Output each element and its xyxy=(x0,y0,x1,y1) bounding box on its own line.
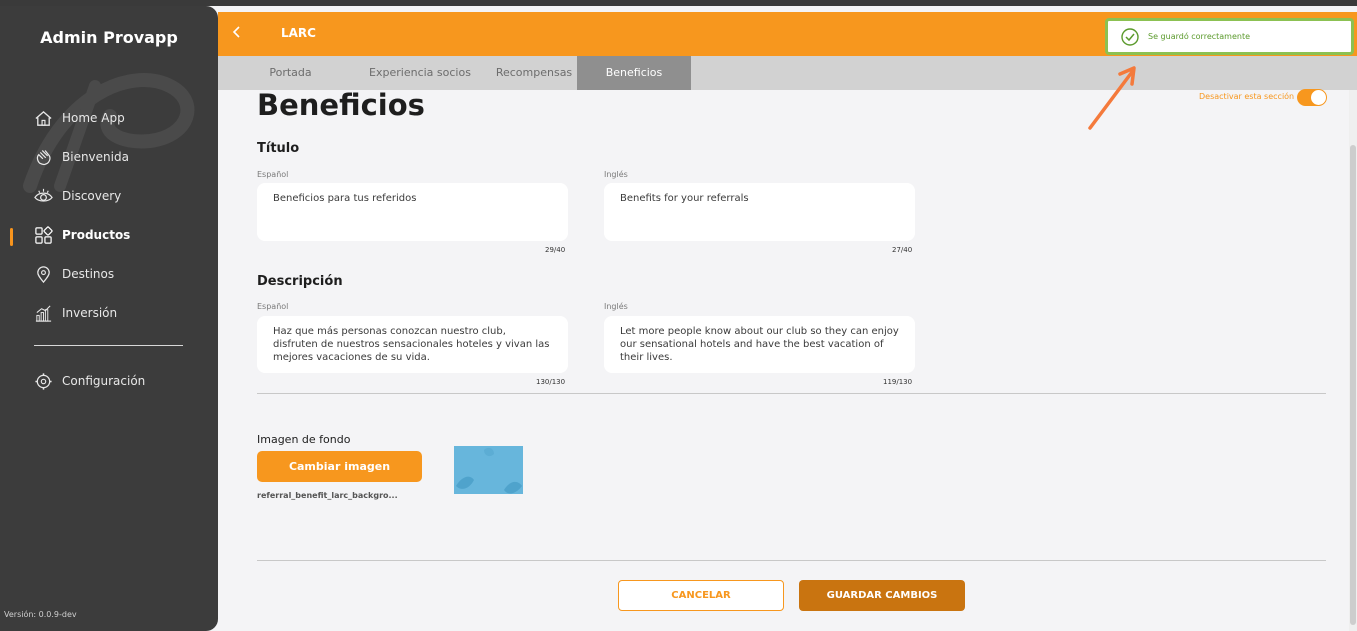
scrollbar-thumb[interactable] xyxy=(1350,145,1356,625)
page-title: Beneficios xyxy=(257,88,425,122)
section-toggle[interactable] xyxy=(1297,89,1327,106)
footer-divider xyxy=(257,560,1326,561)
check-circle-icon xyxy=(1121,27,1139,46)
tab-beneficios[interactable]: Beneficios xyxy=(577,56,691,90)
sidebar-item-label: Discovery xyxy=(62,189,122,203)
descripcion-en-label: Inglés xyxy=(604,302,628,311)
sidebar-item-home-app[interactable]: Home App xyxy=(34,107,125,129)
titulo-en-counter: 27/40 xyxy=(892,246,913,254)
save-button[interactable]: GUARDAR CAMBIOS xyxy=(799,580,965,611)
toast-message: Se guardó correctamente xyxy=(1148,32,1251,41)
titulo-en-label: Inglés xyxy=(604,170,628,179)
descripcion-es-label: Español xyxy=(257,302,289,311)
descripcion-en-counter: 119/130 xyxy=(883,378,913,386)
eye-icon xyxy=(34,188,53,202)
home-icon xyxy=(35,110,52,126)
map-pin-icon xyxy=(37,265,50,283)
success-toast: Se guardó correctamente xyxy=(1105,18,1354,55)
back-button[interactable] xyxy=(232,24,242,43)
sidebar-item-label: Destinos xyxy=(62,267,115,281)
imagen-label: Imagen de fondo xyxy=(257,433,351,446)
tab-bar: Portada Experiencia socios Recompensas B… xyxy=(218,56,1357,90)
sidebar-item-destinos[interactable]: Destinos xyxy=(34,263,114,285)
gear-icon xyxy=(35,372,52,390)
sidebar-item-productos[interactable]: Productos xyxy=(34,224,130,246)
active-nav-marker xyxy=(10,228,13,246)
app-version: Versión: 0.0.9-dev xyxy=(4,610,77,619)
bar-chart-icon xyxy=(35,305,52,322)
annotation-arrow-icon xyxy=(1088,66,1136,130)
sidebar-item-label: Inversión xyxy=(62,306,118,320)
sidebar-item-label: Productos xyxy=(62,228,131,242)
titulo-en-input[interactable]: Benefits for your referrals xyxy=(604,183,915,241)
change-image-button[interactable]: Cambiar imagen xyxy=(257,451,422,482)
background-image-thumbnail xyxy=(454,446,523,494)
sidebar-divider xyxy=(34,345,183,346)
titulo-es-input[interactable]: Beneficios para tus referidos xyxy=(257,183,568,241)
tab-experiencia-socios[interactable]: Experiencia socios xyxy=(350,56,490,90)
sidebar-item-label: Home App xyxy=(62,111,125,125)
sidebar: Admin Provapp Home App Bienvenida Discov… xyxy=(0,6,218,631)
titulo-heading: Título xyxy=(257,141,300,156)
sidebar-item-configuracion[interactable]: Configuración xyxy=(34,370,145,392)
sidebar-item-label: Configuración xyxy=(62,374,146,388)
leaf-pattern-icon xyxy=(456,447,522,494)
grid-icon xyxy=(35,225,53,244)
sidebar-item-discovery[interactable]: Discovery xyxy=(34,185,121,207)
descripcion-heading: Descripción xyxy=(257,274,343,289)
section-divider xyxy=(257,393,1326,394)
cancel-button[interactable]: CANCELAR xyxy=(618,580,784,611)
chevron-left-icon xyxy=(232,26,240,38)
descripcion-en-input[interactable]: Let more people know about our club so t… xyxy=(604,316,915,373)
descripcion-es-input[interactable]: Haz que más personas conozcan nuestro cl… xyxy=(257,316,568,373)
toggle-knob xyxy=(1311,90,1326,105)
sidebar-item-inversion[interactable]: Inversión xyxy=(34,302,117,324)
descripcion-es-counter: 130/130 xyxy=(536,378,566,386)
tab-portada[interactable]: Portada xyxy=(248,56,333,90)
titulo-es-label: Español xyxy=(257,170,289,179)
toggle-label: Desactivar esta sección xyxy=(1199,92,1295,101)
brand-title: Admin Provapp xyxy=(40,28,178,47)
sidebar-item-label: Bienvenida xyxy=(62,150,129,164)
titulo-es-counter: 29/40 xyxy=(545,246,566,254)
sidebar-item-bienvenida[interactable]: Bienvenida xyxy=(34,146,129,168)
header-title: LARC xyxy=(281,26,316,40)
tab-recompensas[interactable]: Recompensas xyxy=(475,56,593,90)
image-filename: referral_benefit_larc_backgro... xyxy=(257,491,398,500)
wave-hand-icon xyxy=(36,149,51,165)
